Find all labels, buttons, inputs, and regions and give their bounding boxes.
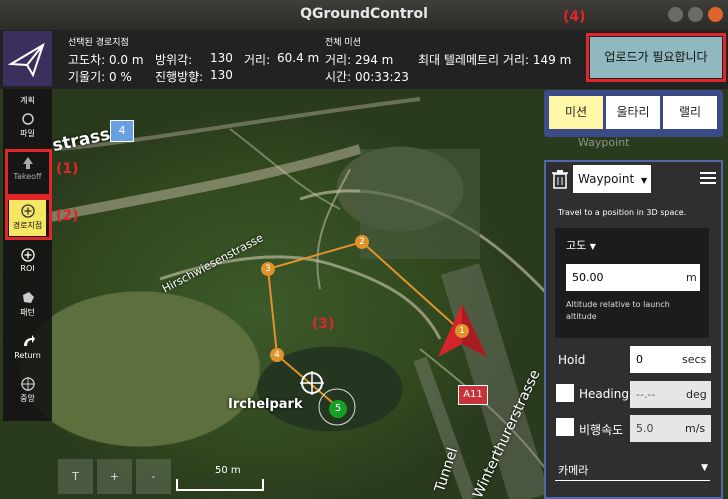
annotation-label-3: (3) bbox=[312, 316, 335, 332]
tab-mission[interactable]: 미션 bbox=[549, 96, 603, 129]
distance-value: 60.4 m bbox=[277, 51, 320, 65]
ghost-waypoint-label: Waypoint bbox=[578, 136, 630, 149]
chevron-down-icon: ▼ bbox=[701, 463, 708, 473]
mission-distance: 거리: 294 m bbox=[325, 53, 394, 67]
return-tool-label: Return bbox=[14, 351, 41, 360]
map-scale-bar bbox=[176, 479, 264, 491]
zoom-out-button[interactable]: - bbox=[136, 459, 171, 494]
file-tool[interactable]: 파일 bbox=[3, 111, 52, 139]
camera-section-header[interactable]: 카메라 ▼ bbox=[555, 458, 710, 481]
plan-label: 계획 bbox=[20, 96, 35, 105]
window-title: QGroundControl bbox=[300, 6, 428, 22]
command-description: Travel to a position in 3D space. bbox=[558, 208, 687, 217]
altitude-mode-select[interactable]: 고도 ▼ bbox=[566, 237, 596, 253]
caret-down-icon: ▼ bbox=[589, 242, 596, 251]
camera-label: 카메라 bbox=[558, 464, 589, 477]
mission-time: 시간: 00:33:23 bbox=[325, 70, 409, 84]
plus-circle-icon bbox=[20, 248, 35, 262]
map-road-number-4: 4 bbox=[110, 120, 134, 142]
map-scale-text: 50 m bbox=[215, 465, 241, 476]
return-tool[interactable]: Return bbox=[3, 334, 52, 360]
annotation-box-1 bbox=[5, 149, 52, 197]
map-road-a11: A11 bbox=[458, 385, 488, 405]
hold-unit: secs bbox=[682, 353, 707, 366]
mission-header: 전체 미션 bbox=[325, 38, 361, 48]
max-telemetry-distance: 최대 텔레메트리 거리: 149 m bbox=[418, 53, 572, 67]
mission-item-editor: Waypoint ▼ Travel to a position in 3D sp… bbox=[544, 160, 723, 499]
tab-rally[interactable]: 랠리 bbox=[663, 96, 717, 129]
center-tool-label: 중앙 bbox=[20, 394, 35, 403]
waypoint-marker-4[interactable]: 4 bbox=[270, 348, 284, 362]
speed-unit: m/s bbox=[685, 422, 706, 435]
heading-checkbox[interactable] bbox=[556, 384, 574, 402]
plan-toolbar: 계획 파일 Takeoff 경로지점 ROI 패턴 Return 중앙 bbox=[3, 89, 52, 421]
command-select-value: Waypoint bbox=[578, 172, 635, 186]
center-tool[interactable]: 중앙 bbox=[3, 376, 52, 404]
waypoint-marker-2[interactable]: 2 bbox=[355, 235, 369, 249]
speed-label: 비행속도 bbox=[579, 423, 624, 437]
altitude-label: 고도 bbox=[566, 239, 587, 252]
plan-tabs: 미션 울타리 랠리 bbox=[544, 90, 723, 137]
command-select[interactable]: Waypoint ▼ bbox=[573, 165, 651, 193]
heading-label: Heading bbox=[579, 387, 629, 401]
azimuth-label: 방위각: bbox=[155, 53, 193, 67]
qgc-logo[interactable] bbox=[3, 31, 52, 86]
return-icon bbox=[23, 335, 35, 346]
window-titlebar: QGroundControl bbox=[0, 0, 728, 30]
altitude-input[interactable]: 50.00 bbox=[566, 264, 700, 291]
heading-value: 130 bbox=[210, 68, 233, 82]
heading-label: 진행방향: bbox=[155, 70, 204, 84]
altitude-value: 50.00 bbox=[572, 271, 604, 284]
alt-diff-readout: 고도차: 0.0 m bbox=[68, 53, 144, 67]
waypoint-marker-3[interactable]: 3 bbox=[261, 262, 275, 276]
roi-tool[interactable]: ROI bbox=[3, 247, 52, 273]
upload-button[interactable]: 업로드가 필요합니다 bbox=[590, 37, 722, 78]
trash-icon[interactable] bbox=[551, 169, 569, 189]
heading-value: --.-- bbox=[636, 388, 656, 401]
gradient-readout: 기울기: 0 % bbox=[68, 70, 132, 84]
altitude-unit: m bbox=[686, 271, 697, 284]
hold-value: 0 bbox=[636, 353, 643, 366]
waypoint-marker-1[interactable]: 1 bbox=[455, 324, 469, 338]
altitude-note: Altitude relative to launch altitude bbox=[566, 300, 670, 321]
azimuth-value: 130 bbox=[210, 51, 233, 65]
tab-fence[interactable]: 울타리 bbox=[606, 96, 660, 129]
map-label-park: Irchelpark bbox=[228, 397, 303, 412]
center-icon bbox=[20, 377, 35, 391]
annotation-label-1: (1) bbox=[56, 161, 79, 177]
pattern-tool-label: 패턴 bbox=[20, 308, 35, 317]
hold-label: Hold bbox=[558, 353, 586, 367]
hamburger-menu-icon[interactable] bbox=[700, 172, 716, 184]
close-button[interactable] bbox=[708, 7, 723, 22]
speed-value: 5.0 bbox=[636, 422, 654, 435]
pattern-icon bbox=[22, 292, 34, 303]
selected-waypoint-header: 선택된 경로지점 bbox=[68, 38, 129, 48]
annotation-box-2 bbox=[5, 197, 52, 240]
file-sync-icon bbox=[21, 113, 34, 125]
paper-plane-icon bbox=[7, 42, 45, 78]
pattern-tool[interactable]: 패턴 bbox=[3, 290, 52, 318]
zoom-in-button[interactable]: + bbox=[97, 459, 132, 494]
speed-checkbox[interactable] bbox=[556, 418, 574, 436]
maximize-button[interactable] bbox=[688, 7, 703, 22]
chevron-down-icon: ▼ bbox=[640, 176, 648, 185]
annotation-label-2: (2) bbox=[56, 208, 79, 224]
roi-tool-label: ROI bbox=[20, 264, 35, 273]
waypoint-marker-5[interactable]: 5 bbox=[329, 400, 347, 418]
heading-unit: deg bbox=[686, 388, 707, 401]
annotation-label-4: (4) bbox=[563, 9, 586, 25]
terrain-toggle-button[interactable]: T bbox=[58, 459, 93, 494]
minimize-button[interactable] bbox=[668, 7, 683, 22]
distance-label: 거리: bbox=[244, 53, 271, 67]
file-tool-label: 파일 bbox=[20, 129, 35, 138]
